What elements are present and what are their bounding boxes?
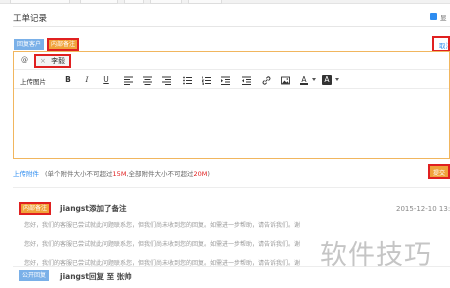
mention-chip[interactable]: × 李毅 bbox=[34, 54, 72, 68]
mention-row: @ × 李毅 bbox=[14, 52, 449, 70]
header-checkbox-label: 显 bbox=[440, 14, 447, 22]
top-tab[interactable] bbox=[150, 0, 182, 4]
top-tab[interactable] bbox=[10, 0, 70, 4]
editor-toolbar: 上传图片 B I U A A bbox=[14, 71, 449, 89]
reply-editor[interactable]: @ × 李毅 上传图片 B I U A A bbox=[13, 51, 450, 159]
upload-limit-hint: (单个附件大小不可超过15M,全部附件大小不可超过20M) bbox=[45, 168, 210, 178]
highlight-color-icon[interactable]: A bbox=[322, 75, 332, 85]
entry-body-line: 您好，我们的客服已尝试就此问题联系您，但我们尚未收到您的回复。如需进一步帮助，请… bbox=[24, 241, 301, 248]
cancel-button[interactable]: 取消 bbox=[432, 36, 450, 52]
remove-mention-icon[interactable]: × bbox=[40, 57, 46, 65]
hint-prefix: (单个附件大小不可超过 bbox=[45, 170, 113, 178]
watermark: 软件技巧 bbox=[320, 240, 432, 271]
numbered-list-icon[interactable] bbox=[201, 75, 211, 85]
upload-image-button[interactable]: 上传图片 bbox=[20, 76, 46, 86]
align-center-icon[interactable] bbox=[142, 75, 152, 85]
entry-timestamp: 2015-12-10 13:5 bbox=[396, 205, 450, 213]
total-limit: 20M bbox=[193, 170, 208, 178]
title-divider bbox=[13, 26, 450, 27]
bold-icon[interactable]: B bbox=[63, 75, 73, 85]
internal-note-tab[interactable]: 内部备注 bbox=[47, 38, 80, 51]
reply-customer-tab[interactable]: 回复客户 bbox=[14, 39, 45, 50]
log-divider bbox=[13, 187, 450, 188]
chevron-down-icon[interactable] bbox=[312, 78, 316, 81]
indent-icon[interactable] bbox=[220, 75, 230, 85]
at-symbol: @ bbox=[21, 56, 28, 64]
entry-title: jiangst添加了备注 bbox=[60, 204, 127, 213]
top-tab[interactable] bbox=[188, 0, 222, 4]
header-checkbox[interactable] bbox=[430, 13, 437, 20]
entry-body-line: 您好，我们的客服已尝试就此问题联系您，但我们尚未收到您的回复。如需进一步帮助，请… bbox=[24, 222, 301, 229]
italic-icon[interactable]: I bbox=[82, 75, 92, 85]
hint-suffix: ) bbox=[207, 170, 210, 178]
top-tab-strip bbox=[0, 0, 450, 4]
single-limit: 15M bbox=[112, 170, 127, 178]
indent-icon[interactable] bbox=[241, 75, 251, 85]
top-tab[interactable] bbox=[80, 0, 118, 4]
bulleted-list-icon[interactable] bbox=[182, 75, 192, 85]
entry-type-badge: 内部备注 bbox=[19, 202, 52, 215]
mention-name: 李毅 bbox=[51, 57, 66, 65]
font-color-swatch bbox=[300, 83, 308, 85]
entry-type-badge: 公开回复 bbox=[19, 270, 50, 281]
top-tab[interactable] bbox=[124, 0, 144, 4]
upload-attachment-link[interactable]: 上传附件 bbox=[13, 168, 39, 178]
chevron-down-icon[interactable] bbox=[335, 78, 339, 81]
underline-icon[interactable]: U bbox=[101, 75, 111, 85]
section-title: 工单记录 bbox=[13, 14, 48, 24]
align-right-icon[interactable] bbox=[161, 75, 171, 85]
submit-button[interactable]: 提交 bbox=[428, 164, 450, 179]
link-icon[interactable] bbox=[261, 75, 271, 85]
entry-title: jiangst回复 至 张帅 bbox=[60, 272, 132, 281]
align-left-icon[interactable] bbox=[123, 75, 133, 85]
image-icon[interactable] bbox=[280, 75, 290, 85]
hint-middle: ,全部附件大小不可超过 bbox=[126, 170, 194, 178]
